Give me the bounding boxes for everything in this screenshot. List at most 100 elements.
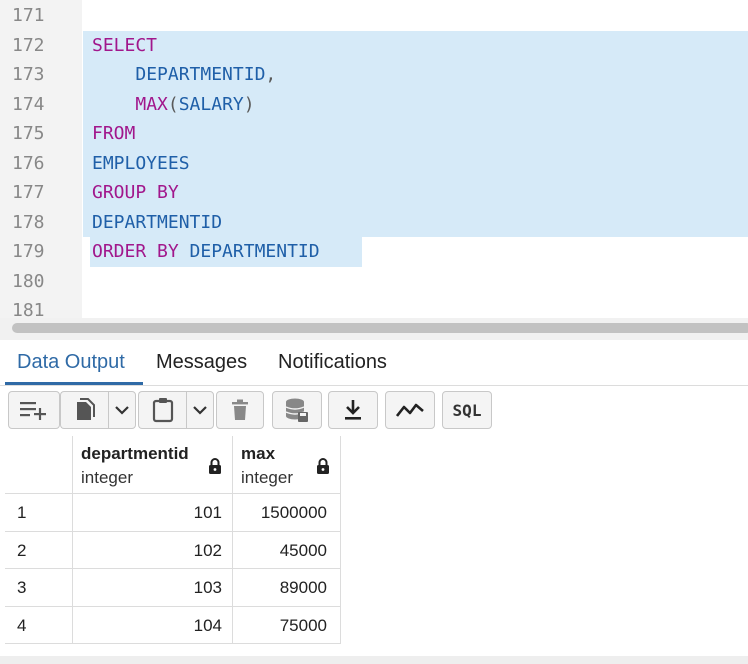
row-number[interactable]: 2 bbox=[5, 531, 73, 569]
sql-keyword: GROUP BY bbox=[92, 182, 179, 203]
code-text: DEPARTMENTID bbox=[92, 208, 222, 238]
column-type: integer bbox=[81, 468, 133, 487]
copy-button[interactable] bbox=[60, 391, 108, 429]
code-line[interactable]: 173 DEPARTMENTID, bbox=[0, 60, 748, 90]
scrollbar-thumb[interactable] bbox=[12, 323, 748, 333]
code-line[interactable]: 175 FROM bbox=[0, 119, 748, 149]
sql-button[interactable]: SQL bbox=[442, 391, 492, 429]
line-number: 171 bbox=[12, 5, 45, 26]
sql-identifier: DEPARTMENTID bbox=[135, 64, 266, 85]
tab-notifications[interactable]: Notifications bbox=[278, 351, 387, 374]
cell-departmentid[interactable]: 103 bbox=[73, 569, 233, 607]
add-row-button[interactable] bbox=[8, 391, 60, 429]
tab-messages[interactable]: Messages bbox=[156, 351, 247, 374]
copy-options-dropdown[interactable] bbox=[108, 391, 136, 429]
cell-departmentid[interactable]: 101 bbox=[73, 494, 233, 532]
code-line[interactable]: 181 bbox=[0, 296, 748, 318]
row-number[interactable]: 1 bbox=[5, 494, 73, 532]
code-line[interactable]: 171 bbox=[0, 1, 748, 31]
save-data-icon bbox=[285, 398, 308, 422]
graph-visualiser-button[interactable] bbox=[385, 391, 435, 429]
chevron-down-icon bbox=[193, 406, 207, 415]
data-output-toolbar: SQL bbox=[0, 386, 748, 436]
sql-punctuation: ) bbox=[243, 93, 255, 115]
line-number: 178 bbox=[12, 211, 45, 233]
table-row[interactable]: 4 104 75000 bbox=[5, 606, 341, 644]
bottom-scrollbar[interactable] bbox=[0, 656, 748, 664]
line-number: 179 bbox=[12, 241, 45, 262]
active-tab-indicator bbox=[5, 382, 143, 385]
line-number: 177 bbox=[12, 182, 45, 203]
column-name: departmentid bbox=[81, 444, 189, 463]
line-number: 172 bbox=[12, 34, 45, 56]
table-row[interactable]: 3 103 89000 bbox=[5, 569, 341, 607]
sql-identifier: SALARY bbox=[178, 93, 244, 115]
sql-identifier: DEPARTMENTID bbox=[189, 241, 320, 262]
add-row-icon bbox=[20, 402, 46, 420]
line-number: 175 bbox=[12, 123, 45, 144]
code-text: EMPLOYEES bbox=[92, 149, 190, 179]
delete-button[interactable] bbox=[216, 391, 264, 429]
line-number: 176 bbox=[12, 152, 45, 174]
code-line[interactable]: 174 MAX(SALARY) bbox=[0, 89, 748, 120]
graph-icon bbox=[396, 403, 424, 417]
cell-max[interactable]: 45000 bbox=[233, 531, 341, 569]
column-header-max[interactable]: max integer bbox=[233, 436, 341, 494]
copy-icon bbox=[76, 398, 95, 420]
line-number: 181 bbox=[12, 300, 45, 318]
sql-punctuation: ( bbox=[167, 93, 179, 115]
row-number[interactable]: 4 bbox=[5, 606, 73, 644]
selection-highlight bbox=[83, 119, 748, 149]
paste-button[interactable] bbox=[138, 391, 186, 429]
sql-keyword: MAX bbox=[135, 93, 168, 115]
cell-max[interactable]: 89000 bbox=[233, 569, 341, 607]
code-line[interactable]: 179 ORDER BY DEPARTMENTID bbox=[0, 237, 748, 267]
download-button[interactable] bbox=[328, 391, 378, 429]
code-text: FROM bbox=[92, 119, 135, 149]
save-data-changes-button[interactable] bbox=[272, 391, 322, 429]
code-line[interactable]: 172 SELECT bbox=[0, 30, 748, 61]
sql-identifier: DEPARTMENTID bbox=[92, 211, 223, 233]
cell-departmentid[interactable]: 102 bbox=[73, 531, 233, 569]
line-number: 174 bbox=[12, 93, 45, 115]
code-text: MAX(SALARY) bbox=[92, 90, 255, 120]
row-number[interactable]: 3 bbox=[5, 569, 73, 607]
cell-max[interactable]: 1500000 bbox=[233, 494, 341, 532]
code-line[interactable]: 180 bbox=[0, 267, 748, 297]
column-header-departmentid[interactable]: departmentid integer bbox=[73, 436, 233, 494]
lock-icon bbox=[317, 458, 329, 474]
selection-highlight bbox=[83, 178, 748, 208]
code-line[interactable]: 176 EMPLOYEES bbox=[0, 148, 748, 179]
sql-icon: SQL bbox=[452, 401, 482, 420]
lock-icon bbox=[209, 458, 221, 474]
sql-keyword: SELECT bbox=[92, 34, 158, 56]
data-output-grid: departmentid integer max integer 1 101 1… bbox=[0, 436, 748, 664]
cell-max[interactable]: 75000 bbox=[233, 606, 341, 644]
code-text: GROUP BY bbox=[92, 178, 179, 208]
code-text: SELECT bbox=[92, 31, 157, 61]
code-text: ORDER BY DEPARTMENTID bbox=[92, 237, 320, 267]
sql-punctuation bbox=[92, 94, 135, 115]
delete-icon bbox=[232, 399, 248, 420]
sql-identifier: EMPLOYEES bbox=[92, 152, 190, 174]
chevron-down-icon bbox=[115, 406, 129, 415]
table-row[interactable]: 2 102 45000 bbox=[5, 531, 341, 569]
column-type: integer bbox=[241, 468, 293, 487]
row-number-header bbox=[5, 436, 73, 494]
editor-horizontal-scrollbar[interactable] bbox=[0, 318, 748, 340]
line-number: 173 bbox=[12, 64, 45, 85]
sql-keyword: FROM bbox=[92, 123, 136, 144]
tab-data-output[interactable]: Data Output bbox=[17, 351, 125, 374]
sql-editor[interactable]: 171 172 SELECT 173 DEPARTMENTID, 174 MAX(SAL… bbox=[0, 0, 748, 318]
sql-punctuation: , bbox=[265, 64, 277, 85]
paste-options-dropdown[interactable] bbox=[186, 391, 214, 429]
paste-icon bbox=[152, 398, 173, 423]
code-line[interactable]: 178 DEPARTMENTID bbox=[0, 207, 748, 238]
code-line[interactable]: 177 GROUP BY bbox=[0, 178, 748, 208]
sql-punctuation bbox=[92, 64, 135, 85]
cell-departmentid[interactable]: 104 bbox=[73, 606, 233, 644]
table-row[interactable]: 1 101 1500000 bbox=[5, 494, 341, 532]
output-tabs: Data Output Messages Notifications bbox=[0, 341, 748, 386]
column-name: max bbox=[241, 444, 276, 463]
code-text: DEPARTMENTID, bbox=[92, 60, 276, 90]
